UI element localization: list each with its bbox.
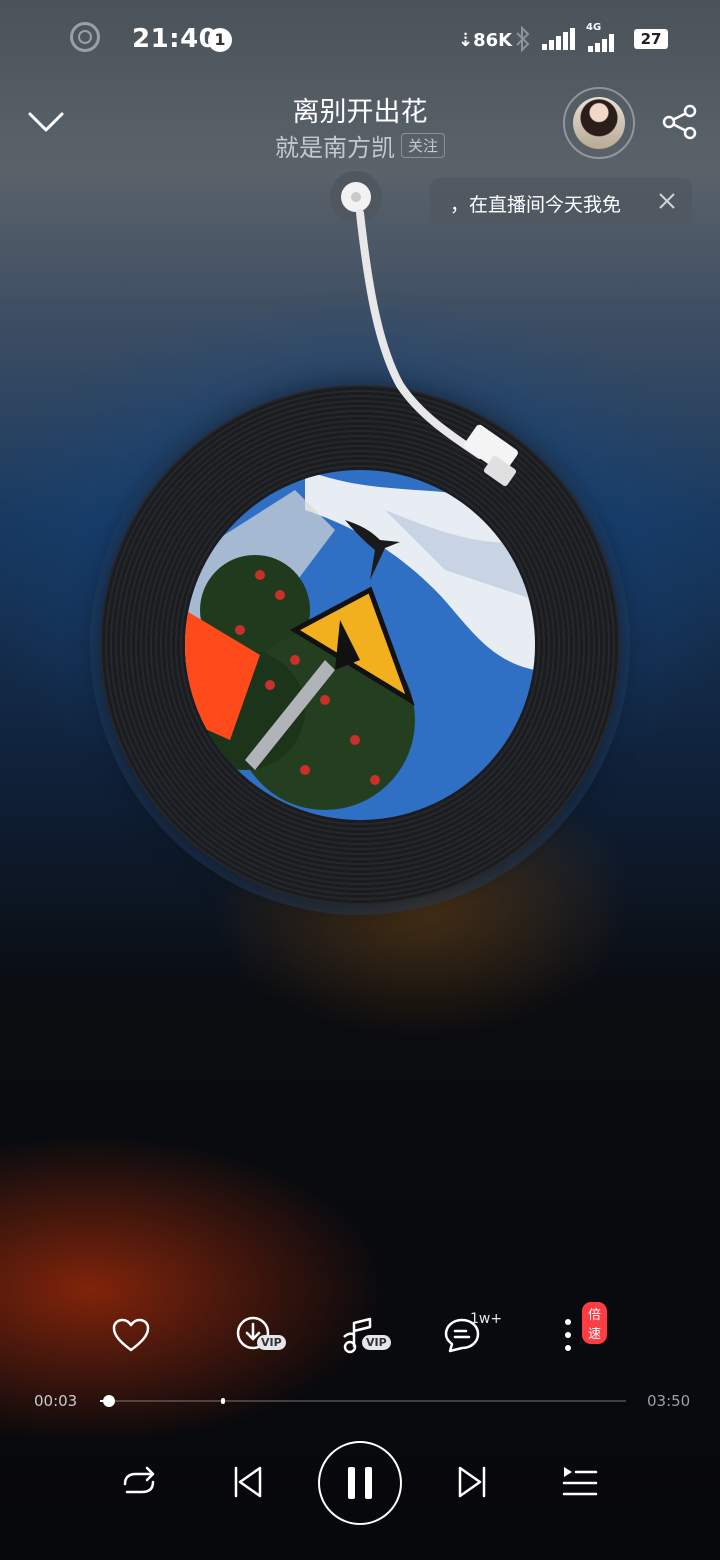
network-type-label: 4G xyxy=(586,22,602,33)
artist-name[interactable]: 就是南方凯 xyxy=(275,128,395,163)
ringtone-vip-badge: VIP xyxy=(362,1335,391,1350)
action-row: VIP VIP 1w+ 倍速 xyxy=(0,1302,720,1365)
record-status-icon xyxy=(70,22,100,52)
battery-indicator: 27 xyxy=(634,29,668,49)
ringtone-button[interactable]: VIP xyxy=(330,1305,391,1365)
pause-button[interactable] xyxy=(318,1441,402,1525)
repeat-icon xyxy=(123,1466,155,1494)
like-button[interactable] xyxy=(101,1305,161,1365)
status-time: 21:40 xyxy=(132,24,218,54)
share-icon[interactable] xyxy=(660,102,700,142)
previous-icon xyxy=(234,1466,262,1498)
current-time: 00:03 xyxy=(34,1392,78,1410)
next-icon xyxy=(458,1466,486,1498)
download-vip-badge: VIP xyxy=(257,1335,286,1350)
tonearm xyxy=(330,171,518,487)
more-icon xyxy=(565,1319,571,1351)
status-indicators: 4G 27 xyxy=(514,22,668,52)
album-cover-art xyxy=(185,470,535,820)
comment-count: 1w+ xyxy=(470,1311,503,1327)
playlist-icon xyxy=(562,1467,598,1496)
close-icon[interactable] xyxy=(656,190,678,212)
speed-badge: 倍速 xyxy=(582,1302,608,1344)
previous-button[interactable] xyxy=(218,1452,278,1512)
progress-thumb[interactable] xyxy=(102,1395,115,1407)
follow-button[interactable]: 关注 xyxy=(400,133,445,158)
notification-count-badge: 1 xyxy=(208,28,232,52)
artist-avatar-button[interactable] xyxy=(563,87,635,159)
avatar xyxy=(573,97,625,149)
buffer-marker xyxy=(220,1398,225,1404)
signal-4g-icon: 4G xyxy=(586,22,624,52)
repeat-button[interactable] xyxy=(109,1452,169,1512)
next-button[interactable] xyxy=(442,1452,502,1512)
progress-bar[interactable] xyxy=(100,1395,626,1407)
more-button[interactable]: 倍速 xyxy=(538,1302,608,1365)
total-time: 03:50 xyxy=(647,1392,691,1410)
network-speed: ⇣86K xyxy=(458,30,513,51)
heart-icon xyxy=(112,1318,150,1352)
bluetooth-icon xyxy=(516,26,530,52)
playlist-button[interactable] xyxy=(550,1452,610,1512)
network-speed-value: 86K xyxy=(473,30,513,51)
album-cover xyxy=(185,470,535,820)
comment-button[interactable]: 1w+ xyxy=(432,1305,502,1365)
pause-icon xyxy=(348,1467,372,1499)
signal-icon xyxy=(542,28,575,50)
status-bar: 21:40 1 ⇣86K 4G 27 xyxy=(0,0,720,80)
download-button[interactable]: VIP xyxy=(225,1305,286,1365)
